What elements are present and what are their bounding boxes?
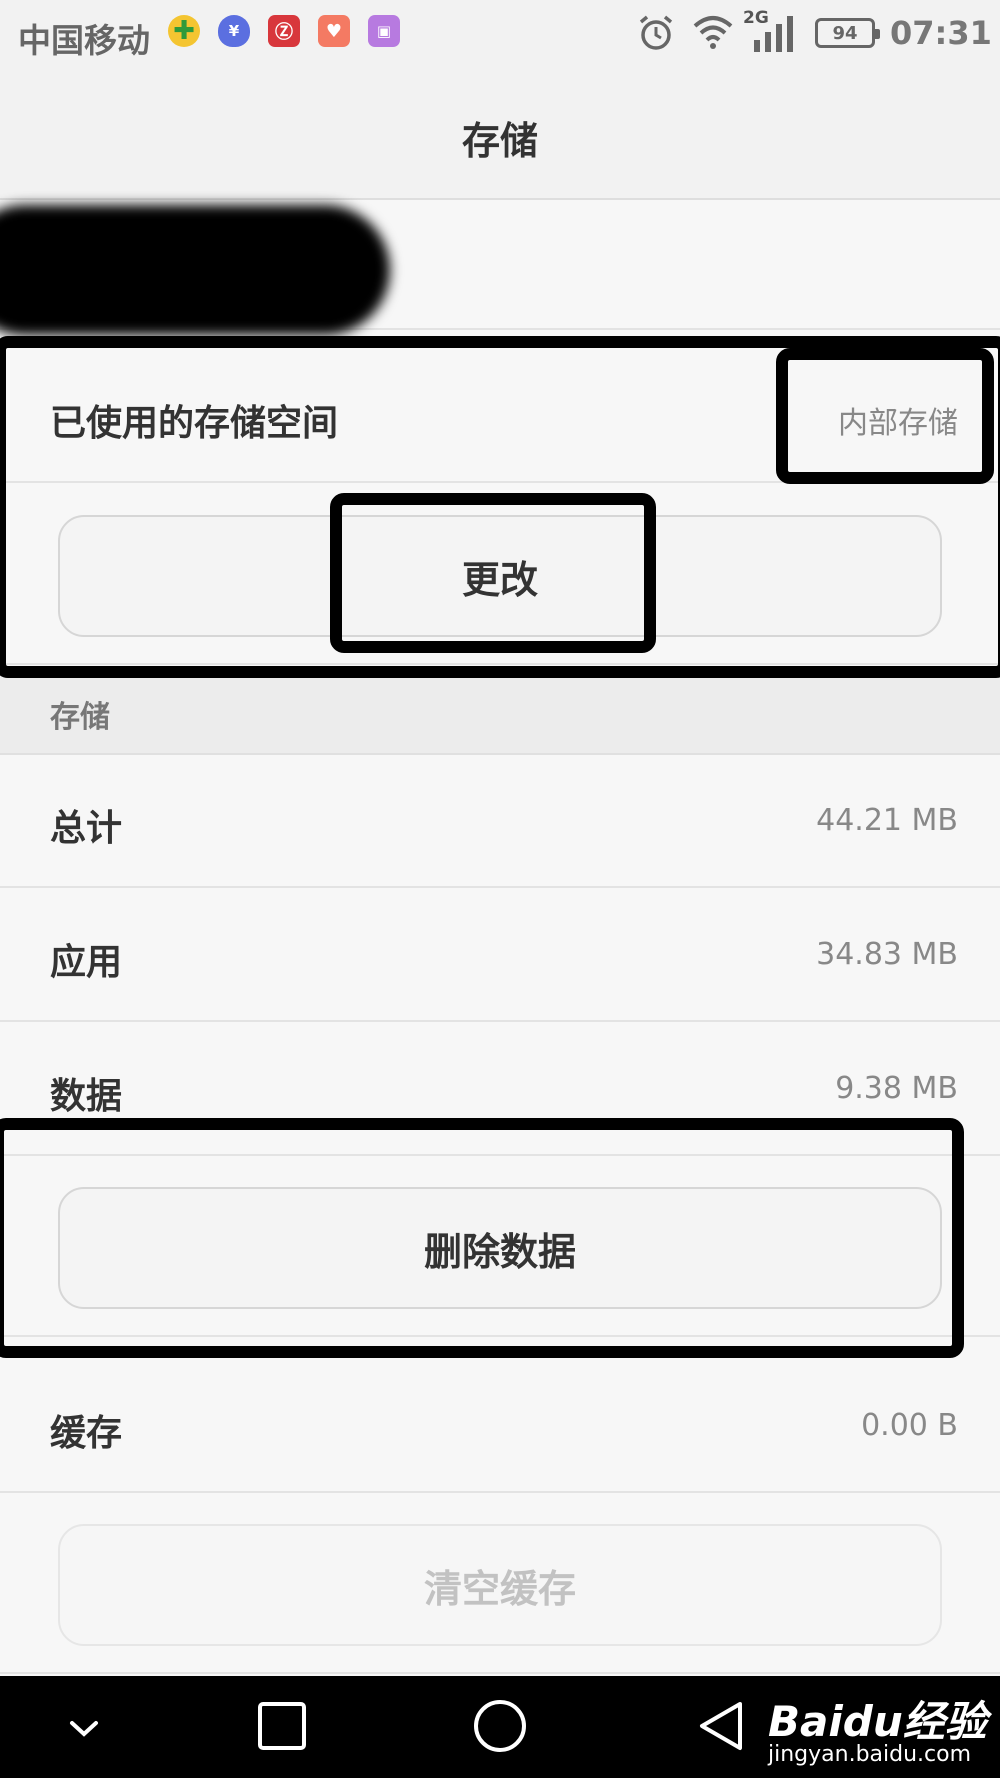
- apps-row: 应用 34.83 MB: [0, 889, 1000, 1022]
- status-clock: 07:31: [890, 14, 992, 52]
- storage-location-label: 已使用的存储空间: [50, 403, 339, 444]
- total-value: 44.21 MB: [816, 803, 958, 838]
- status-bar: 中国移动 ✚ ¥ Ⓩ ♥ ▣ 2G 94 07:31: [0, 0, 1000, 70]
- nav-collapse-icon[interactable]: [62, 1706, 106, 1750]
- watermark-logo: Baidu经验: [768, 1697, 987, 1746]
- nav-recent-icon[interactable]: [252, 1696, 312, 1756]
- apps-value: 34.83 MB: [816, 937, 958, 972]
- clear-cache-container: 清空缓存: [0, 1494, 1000, 1674]
- data-value: 9.38 MB: [835, 1071, 958, 1106]
- change-button-container: 更改: [0, 485, 1000, 665]
- carrier-name: 中国移动: [18, 21, 150, 60]
- app-header: [0, 200, 1000, 335]
- cache-value: 0.00 B: [861, 1408, 958, 1443]
- delete-data-button[interactable]: 删除数据: [58, 1187, 942, 1309]
- baidu-watermark: Baidu经验 jingyan.baidu.com: [762, 1688, 992, 1772]
- storage-group-label: 存储: [50, 700, 110, 735]
- storage-location-row[interactable]: 已使用的存储空间 内部存储: [0, 350, 1000, 483]
- nav-home-icon[interactable]: [470, 1696, 530, 1756]
- data-label: 数据: [50, 1076, 123, 1117]
- cache-row: 缓存 0.00 B: [0, 1360, 1000, 1493]
- shield-notification-icon: ¥: [218, 15, 250, 47]
- app-notification-icon: Ⓩ: [268, 15, 300, 47]
- signal-icon: [754, 16, 793, 52]
- health-notification-icon: ♥: [318, 15, 350, 47]
- clear-cache-button[interactable]: 清空缓存: [58, 1524, 942, 1646]
- cache-label: 缓存: [50, 1413, 123, 1454]
- app-notification-icon: ✚: [168, 15, 200, 47]
- battery-level: 94: [832, 22, 858, 44]
- total-row: 总计 44.21 MB: [0, 755, 1000, 888]
- change-storage-button[interactable]: 更改: [58, 515, 942, 637]
- storage-group-header: 存储: [0, 670, 1000, 755]
- page-title: 存储: [461, 119, 538, 163]
- total-label: 总计: [50, 808, 123, 849]
- apps-label: 应用: [50, 942, 123, 983]
- nav-back-icon[interactable]: [692, 1696, 752, 1756]
- redaction-mark: [0, 205, 390, 335]
- title-bar: 存储: [0, 70, 1000, 200]
- wifi-icon: [693, 16, 733, 49]
- storage-location-value: 内部存储: [838, 406, 958, 441]
- battery-icon: 94: [815, 18, 880, 48]
- gallery-notification-icon: ▣: [368, 15, 400, 47]
- data-row: 数据 9.38 MB: [0, 1023, 1000, 1156]
- watermark-url: jingyan.baidu.com: [768, 1742, 972, 1767]
- delete-data-container: 删除数据: [0, 1157, 1000, 1337]
- alarm-icon: [639, 15, 673, 50]
